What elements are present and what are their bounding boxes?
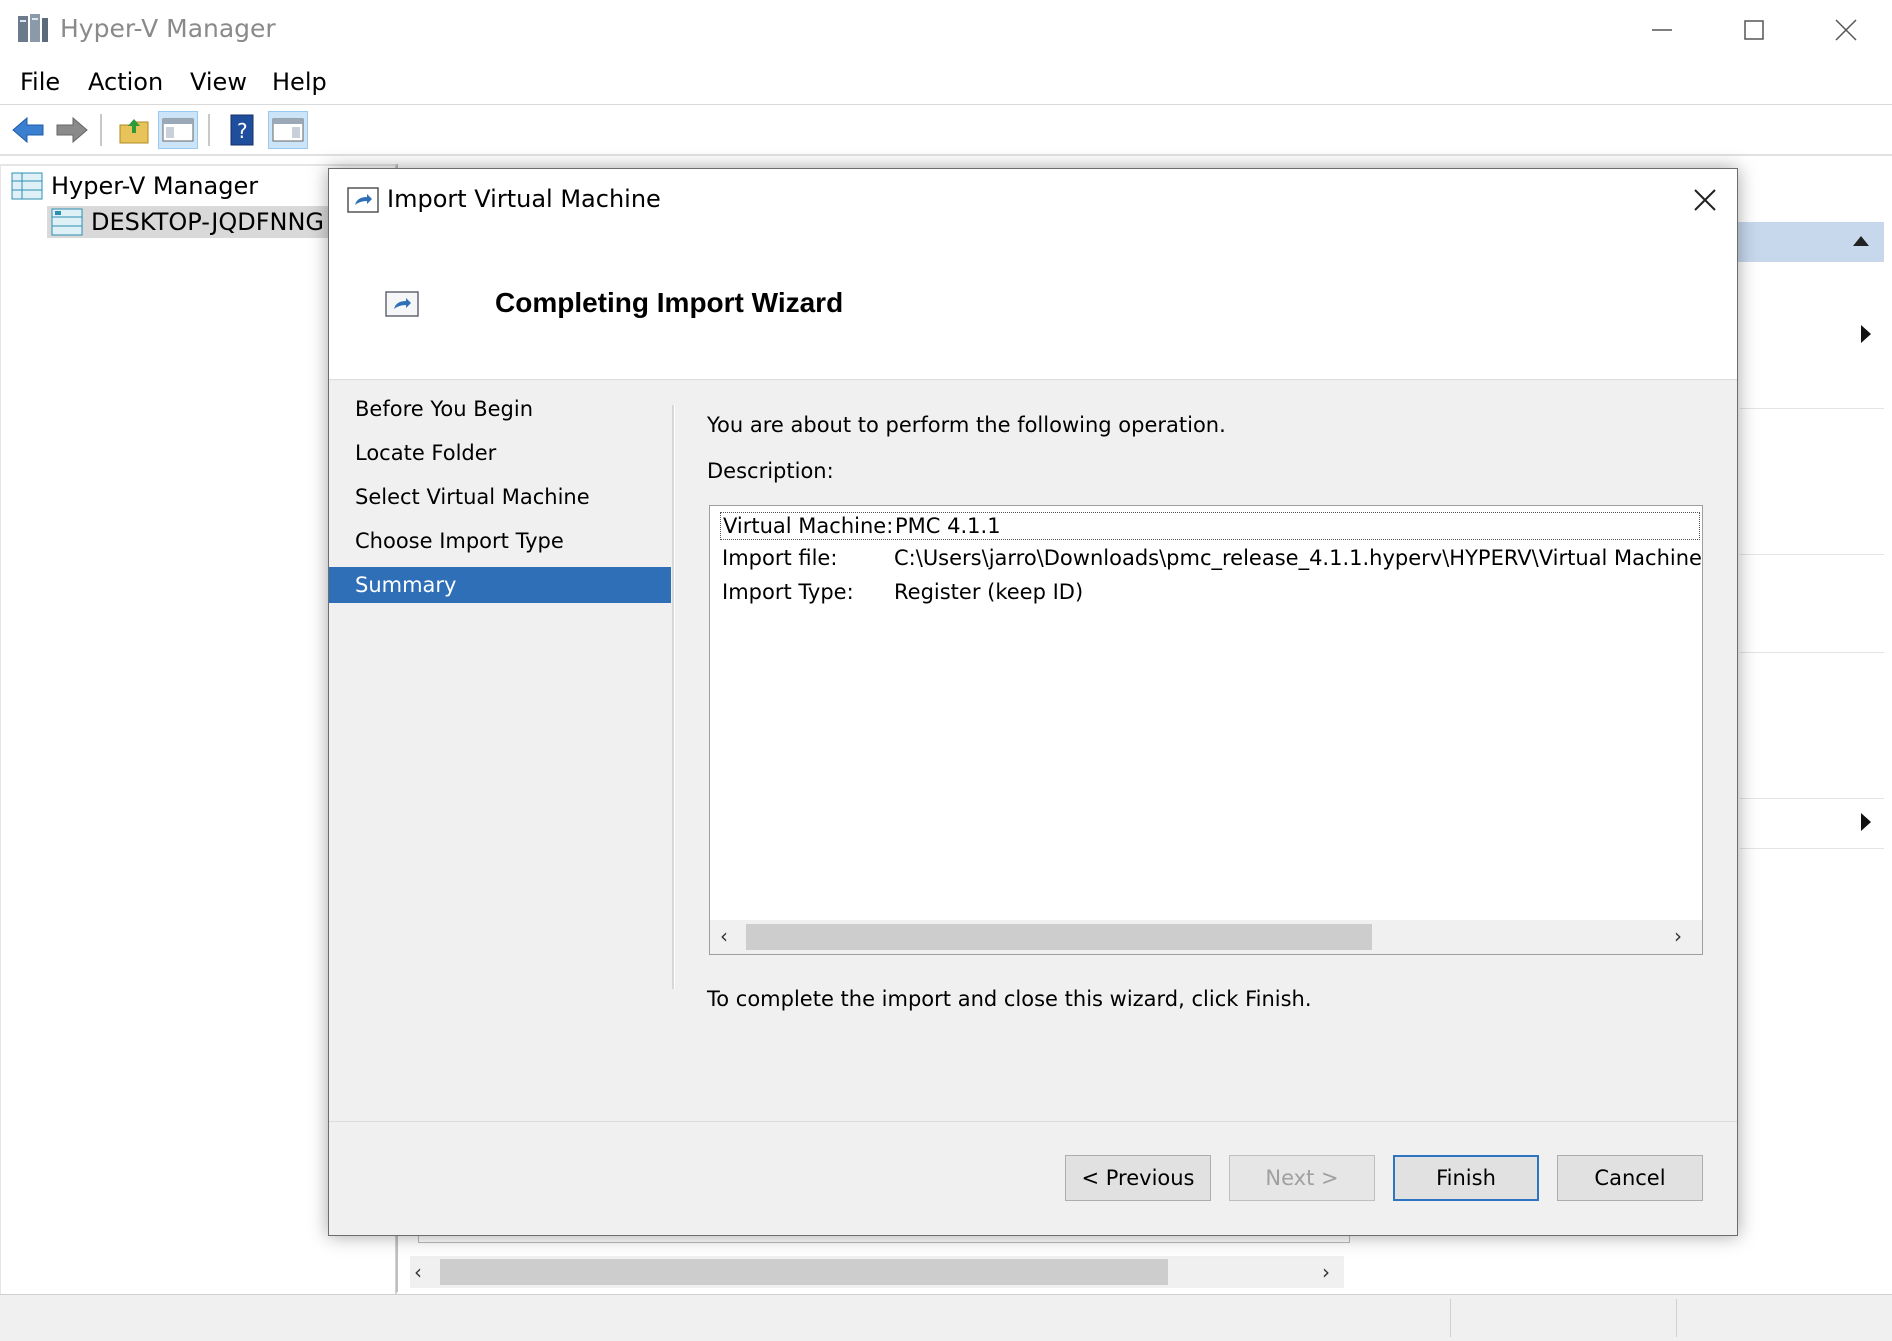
step-select-virtual-machine[interactable]: Select Virtual Machine [329, 479, 671, 515]
help-book-icon: ? [230, 114, 254, 146]
step-locate-folder[interactable]: Locate Folder [329, 435, 671, 471]
up-folder-button[interactable] [114, 111, 154, 149]
toolbar-separator [100, 114, 102, 146]
minimize-icon [1652, 29, 1672, 31]
description-scrollbar-thumb[interactable] [746, 924, 1372, 950]
tree-item-label: DESKTOP-JQDFNNG [91, 208, 325, 236]
menu-help[interactable]: Help [272, 68, 327, 96]
actions-divider [1740, 798, 1884, 799]
forward-arrow-icon [56, 116, 88, 144]
action-pane-icon [272, 118, 304, 142]
cancel-button[interactable]: Cancel [1557, 1155, 1703, 1201]
actions-divider [1740, 848, 1884, 849]
hyper-v-manager-icon [18, 14, 48, 42]
step-choose-import-type[interactable]: Choose Import Type [329, 523, 671, 559]
scroll-right-icon[interactable]: › [1674, 924, 1682, 948]
server-icon [51, 208, 83, 236]
tree-item-label: Hyper-V Manager [51, 172, 259, 200]
steps-divider [672, 405, 675, 989]
description-row-virtual-machine: Virtual Machine:PMC 4.1.1 [720, 512, 1700, 540]
status-separator [1676, 1299, 1677, 1337]
operation-intro-text: You are about to perform the following o… [707, 413, 1226, 437]
import-vm-dialog: Import Virtual Machine Completing Import… [328, 168, 1738, 1236]
description-value: C:\Users\jarro\Downloads\pmc_release_4.1… [894, 546, 1703, 570]
folder-up-icon [119, 119, 149, 144]
dialog-title: Import Virtual Machine [387, 185, 661, 213]
collapse-up-icon [1853, 236, 1869, 246]
import-vm-icon [385, 291, 419, 317]
actions-divider [1740, 554, 1884, 555]
dialog-close-button[interactable] [1679, 175, 1731, 225]
scroll-left-icon[interactable]: ‹ [720, 924, 728, 948]
help-button[interactable]: ? [222, 111, 262, 149]
show-hide-console-tree-button[interactable] [158, 111, 198, 149]
show-hide-action-pane-button[interactable] [268, 111, 308, 149]
step-summary[interactable]: Summary [329, 567, 671, 603]
next-button[interactable]: Next > [1229, 1155, 1375, 1201]
maximize-button[interactable] [1708, 0, 1800, 60]
menu-file[interactable]: File [20, 68, 60, 96]
svg-text:?: ? [237, 119, 248, 143]
actions-divider [1740, 408, 1884, 409]
description-row-import-file: Import file: C:\Users\jarro\Downloads\pmc… [722, 546, 1703, 570]
close-icon [1835, 19, 1857, 41]
description-row-import-type: Import Type: Register (keep ID) [722, 580, 1083, 604]
status-bar [0, 1294, 1892, 1341]
expand-arrow-icon[interactable] [1860, 812, 1872, 832]
actions-pane-header[interactable] [1736, 222, 1884, 262]
description-box[interactable]: Virtual Machine:PMC 4.1.1 Import file: C:… [709, 505, 1703, 955]
tree-item-host[interactable]: DESKTOP-JQDFNNG [47, 206, 333, 238]
window-titlebar: Hyper-V Manager [0, 0, 1892, 60]
maximize-icon [1744, 20, 1764, 40]
tree-item-hyper-v-manager[interactable]: Hyper-V Manager [11, 172, 258, 200]
close-icon [1694, 189, 1716, 211]
import-vm-icon [347, 187, 379, 213]
actions-divider [1740, 652, 1884, 653]
menu-bar: File Action View Help [0, 62, 1892, 105]
description-key: Import Type: [722, 580, 854, 604]
toolbar-separator [208, 114, 210, 146]
description-key: Virtual Machine: [723, 514, 894, 538]
finish-button[interactable]: Finish [1393, 1155, 1539, 1201]
scroll-left-icon[interactable]: ‹ [414, 1260, 422, 1284]
window-title: Hyper-V Manager [60, 14, 276, 43]
menu-view[interactable]: View [190, 68, 247, 96]
status-separator [1450, 1299, 1451, 1337]
console-tree-icon [162, 118, 194, 142]
menu-action[interactable]: Action [88, 68, 163, 96]
description-key: Import file: [722, 546, 838, 570]
forward-button[interactable] [52, 111, 92, 149]
wizard-page-heading: Completing Import Wizard [495, 287, 844, 318]
hyper-v-manager-icon [11, 172, 43, 200]
toolbar: ? [0, 106, 1892, 156]
close-window-button[interactable] [1800, 0, 1892, 60]
center-scrollbar-thumb[interactable] [440, 1259, 1168, 1285]
minimize-button[interactable] [1616, 0, 1708, 60]
back-button[interactable] [8, 111, 48, 149]
expand-arrow-icon[interactable] [1860, 324, 1872, 344]
scroll-right-icon[interactable]: › [1322, 1260, 1330, 1284]
step-before-you-begin[interactable]: Before You Begin [329, 391, 671, 427]
button-area-divider [329, 1121, 1737, 1122]
description-value: PMC 4.1.1 [895, 514, 1001, 538]
finish-instruction-text: To complete the import and close this wi… [707, 987, 1312, 1011]
description-value: Register (keep ID) [894, 580, 1084, 604]
dialog-header: Import Virtual Machine Completing Import… [329, 169, 1737, 380]
back-arrow-icon [12, 116, 44, 144]
description-label: Description: [707, 459, 834, 483]
previous-button[interactable]: < Previous [1065, 1155, 1211, 1201]
